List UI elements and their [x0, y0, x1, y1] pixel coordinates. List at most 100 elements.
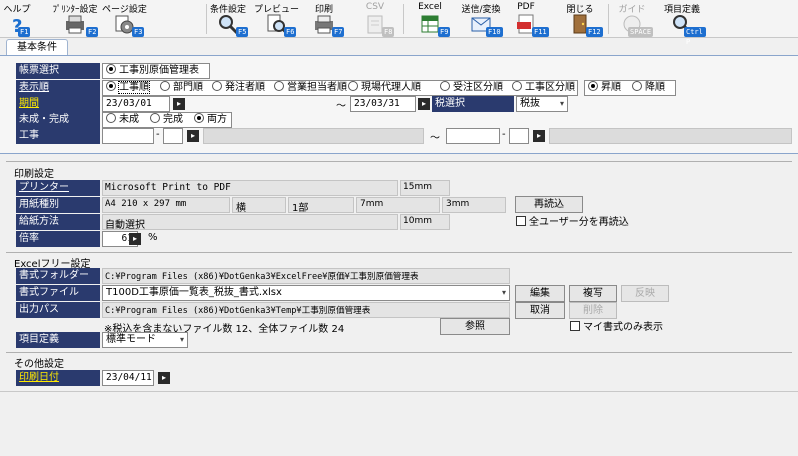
report-radio-cost-table[interactable]: 工事別原価管理表: [106, 63, 199, 79]
period-from-input[interactable]: 23/03/01: [102, 96, 170, 112]
completion-option-label: 未成: [119, 114, 139, 125]
csv-button[interactable]: CSV F8: [356, 0, 395, 38]
radio-dot: [512, 81, 522, 91]
construction-to-code-input[interactable]: [446, 128, 500, 144]
all-users-reload-label: 全ユーザー分を再読込: [529, 217, 629, 228]
printer-label: プリンター: [16, 180, 100, 196]
scale-unit: %: [148, 232, 158, 243]
printer-icon: [66, 15, 84, 34]
output-path-value: C:¥Program Files (x86)¥DotGenka3¥Temp¥工事…: [105, 306, 371, 316]
my-format-only-checkbox[interactable]: マイ書式のみ表示: [570, 321, 663, 335]
construction-from-name: [203, 128, 424, 144]
chevron-down-icon: ▾: [179, 335, 184, 344]
csv-label: CSV: [365, 2, 385, 12]
format-file-select[interactable]: T100D工事原価一覧表_税抜_書式.xlsx ▾: [102, 285, 510, 301]
cancel-button[interactable]: 取消: [515, 302, 565, 319]
condition-settings-key: F5: [236, 27, 249, 37]
condition-settings-button[interactable]: 条件設定 F5: [206, 0, 250, 38]
all-users-reload-checkbox[interactable]: 全ユーザー分を再読込: [516, 216, 629, 230]
order-label: 発注者順: [225, 82, 265, 93]
order-radio-construction[interactable]: 工事順: [106, 80, 150, 96]
item-definition-value: 標準モード: [106, 334, 156, 345]
print-date-picker-icon[interactable]: ▸: [158, 372, 170, 384]
construction-to-name: [549, 128, 792, 144]
print-settings-title: 印刷設定: [14, 169, 54, 180]
completion-radio-complete[interactable]: 完成: [150, 112, 183, 128]
tax-select[interactable]: 税抜 ▾: [516, 96, 568, 112]
scale-label: 倍率: [16, 231, 100, 247]
construction-to-picker-icon[interactable]: ▸: [533, 130, 545, 142]
item-definition-select[interactable]: 標準モード ▾: [102, 332, 188, 348]
pdf-label: PDF: [517, 2, 535, 12]
paper-orientation: 横: [236, 203, 246, 214]
item-definition-label: 項目定義: [16, 332, 100, 348]
close-button[interactable]: 閉じる F12: [560, 0, 603, 38]
guide-button[interactable]: ガイド SPACE: [612, 0, 654, 38]
completion-radio-incomplete[interactable]: 未成: [106, 112, 139, 128]
order-radio-department[interactable]: 部門順: [160, 80, 203, 96]
construction-from-code-input[interactable]: [102, 128, 154, 144]
copy-button[interactable]: 複写: [569, 285, 617, 302]
format-file-label: 書式ファイル: [16, 285, 100, 301]
section-divider: [6, 252, 792, 253]
direction-radio-asc[interactable]: 昇順: [588, 80, 621, 96]
paper-margin2: 3mm: [446, 199, 470, 209]
construction-from-sub-input[interactable]: [163, 128, 183, 144]
close-key: F12: [586, 27, 603, 37]
scale-picker-icon[interactable]: ▸: [129, 233, 141, 245]
excel-button[interactable]: Excel F9: [410, 0, 451, 38]
printer-margin: 15mm: [403, 182, 432, 192]
print-date-input[interactable]: 23/04/11: [102, 370, 154, 386]
construction-to-sub-input[interactable]: [509, 128, 529, 144]
order-label: 現場代理人順: [361, 82, 421, 93]
order-label: 工事順: [118, 81, 150, 94]
item-definition-key: Ctrl P: [684, 27, 706, 46]
page-settings-button[interactable]: ページ設定 F3: [102, 0, 147, 38]
footer-divider: [0, 391, 798, 392]
print-button[interactable]: 印刷 F7: [304, 0, 345, 38]
checkbox-box: [570, 321, 580, 331]
period-to-input[interactable]: 23/03/31: [350, 96, 416, 112]
send-convert-button[interactable]: 送信/変換 F10: [456, 0, 506, 38]
order-radio-client[interactable]: 発注者順: [212, 80, 265, 96]
completion-label: 未成・完成: [16, 112, 100, 128]
period-to-picker-icon[interactable]: ▸: [418, 98, 430, 110]
preview-button[interactable]: プレビュー F6: [254, 0, 299, 38]
radio-dot: [348, 81, 358, 91]
order-radio-work-class[interactable]: 工事区分順: [512, 80, 575, 96]
direction-radio-desc[interactable]: 降順: [632, 80, 665, 96]
completion-radio-both[interactable]: 両方: [194, 112, 227, 128]
tab-basic-conditions[interactable]: 基本条件: [6, 39, 68, 55]
reflect-button[interactable]: 反映: [621, 285, 669, 302]
chevron-down-icon: ▾: [501, 288, 506, 297]
report-select-label: 帳票選択: [16, 63, 100, 79]
edit-button[interactable]: 編集: [515, 285, 565, 302]
reload-button[interactable]: 再読込: [515, 196, 583, 213]
construction-label: 工事: [16, 128, 100, 144]
construction-from-picker-icon[interactable]: ▸: [187, 130, 199, 142]
order-radio-site-agent[interactable]: 現場代理人順: [348, 80, 421, 96]
printer-settings-button[interactable]: ﾌﾟﾘﾝﾀｰ設定 F2: [50, 0, 100, 38]
browse-button[interactable]: 参照: [440, 318, 510, 335]
excel-label: Excel: [418, 2, 442, 12]
help-button[interactable]: ヘルプ ? F1: [2, 0, 32, 38]
checkbox-box: [516, 216, 526, 226]
radio-dot: [194, 113, 204, 123]
order-label: 工事区分順: [525, 82, 575, 93]
radio-dot: [106, 81, 116, 91]
order-radio-order-class[interactable]: 受注区分順: [440, 80, 503, 96]
radio-dot: [212, 81, 222, 91]
period-from-picker-icon[interactable]: ▸: [173, 98, 185, 110]
guide-key: SPACE: [628, 27, 654, 37]
radio-dot: [150, 113, 160, 123]
printer-settings-key: F2: [86, 27, 99, 37]
toolbar-separator: [403, 4, 404, 34]
item-definition-button[interactable]: 項目定義 Ctrl P: [658, 0, 706, 46]
pdf-button[interactable]: PDF F11: [506, 0, 549, 38]
order-radio-sales-rep[interactable]: 営業担当者順: [274, 80, 347, 96]
toolbar: ヘルプ ? F1 ﾌﾟﾘﾝﾀｰ設定 F2 ページ設定 F3 条件設定 F5 プレ…: [0, 0, 798, 46]
delete-button[interactable]: 削除: [569, 302, 617, 319]
direction-label: 昇順: [601, 82, 621, 93]
radio-dot: [106, 113, 116, 123]
my-format-only-label: マイ書式のみ表示: [583, 322, 663, 333]
